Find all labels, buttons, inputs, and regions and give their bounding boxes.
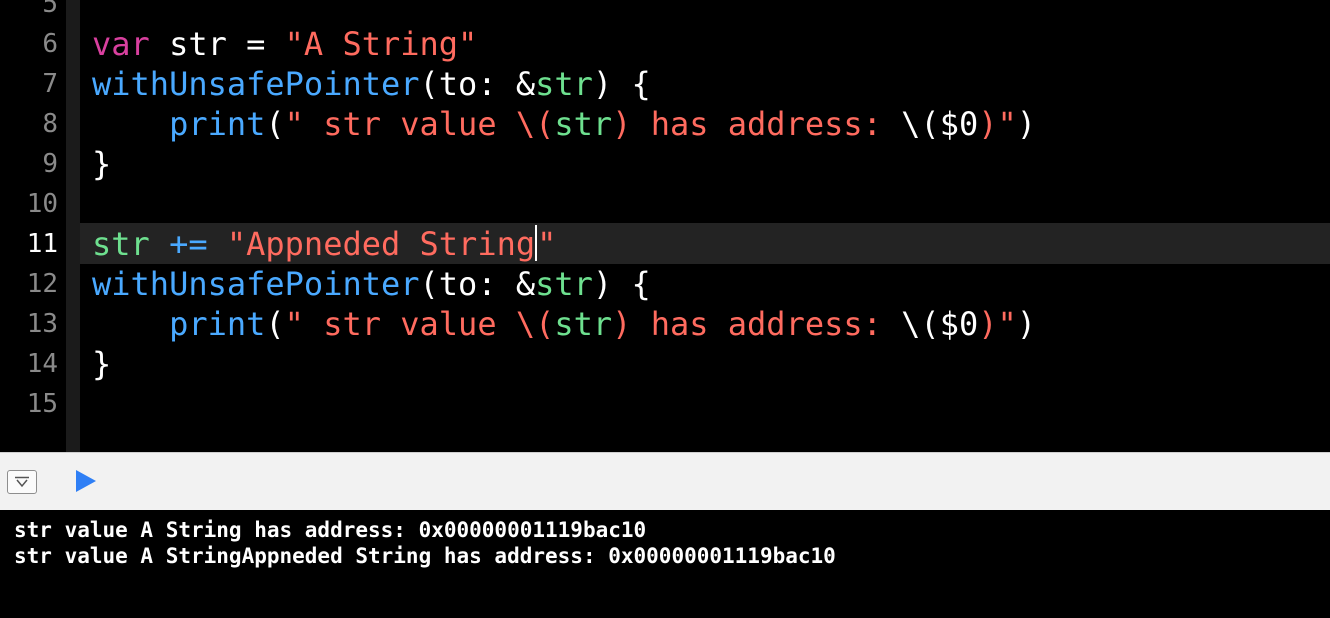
code-token: str = xyxy=(149,25,285,63)
code-token: ) xyxy=(978,305,998,343)
string-literal: has address: xyxy=(631,305,902,343)
code-token: (to: & xyxy=(419,265,536,303)
function-token: withUnsafePointer xyxy=(92,65,420,103)
line-number: 9 xyxy=(42,149,58,179)
code-line-11[interactable]: str += "Appneded String" xyxy=(92,224,556,264)
line-number: 7 xyxy=(42,69,58,99)
play-icon xyxy=(74,470,98,498)
console-line: str value A String has address: 0x000000… xyxy=(14,518,647,542)
code-line-9[interactable]: } xyxy=(92,144,111,184)
code-token: ( xyxy=(265,105,285,143)
string-literal: " xyxy=(997,305,1017,343)
code-token: \( xyxy=(901,305,940,343)
identifier-token: str xyxy=(554,305,613,343)
code-token: ) { xyxy=(592,65,651,103)
code-line-13[interactable]: print(" str value \(str) has address: \(… xyxy=(92,304,1036,344)
operator-token: += xyxy=(149,225,227,263)
function-token: print xyxy=(169,305,266,343)
hide-console-button[interactable] xyxy=(7,470,37,494)
line-number-gutter: 5 6 7 8 9 10 11 12 13 14 15 xyxy=(0,0,66,452)
code-token: ) xyxy=(1016,105,1037,143)
code-line-14[interactable]: } xyxy=(92,344,111,384)
debug-toolbar xyxy=(0,452,1330,511)
string-literal: " str value \ xyxy=(284,305,536,343)
code-token: ) xyxy=(612,105,632,143)
line-number: 5 xyxy=(42,0,58,19)
line-number: 8 xyxy=(42,109,58,139)
code-token: \( xyxy=(901,105,940,143)
identifier-token: str xyxy=(92,225,150,263)
code-line-8[interactable]: print(" str value \(str) has address: \(… xyxy=(92,104,1036,144)
string-literal: " xyxy=(997,105,1017,143)
code-line-12[interactable]: withUnsafePointer(to: &str) { xyxy=(92,264,651,304)
string-literal: "A String" xyxy=(284,25,478,63)
function-token: withUnsafePointer xyxy=(92,265,420,303)
console-line: str value A StringAppneded String has ad… xyxy=(14,544,836,568)
string-literal: " str value \ xyxy=(284,105,536,143)
code-token: ) xyxy=(612,305,632,343)
code-token: ( xyxy=(265,305,285,343)
line-number: 12 xyxy=(26,269,58,299)
code-line-6[interactable]: var str = "A String" xyxy=(92,24,477,64)
line-number: 15 xyxy=(26,389,58,419)
code-token: (to: & xyxy=(419,65,536,103)
code-token: $0 xyxy=(939,305,979,343)
line-number: 6 xyxy=(42,29,58,59)
keyword-token: var xyxy=(92,25,150,63)
line-number: 13 xyxy=(26,309,58,339)
code-token: ) xyxy=(1016,305,1037,343)
string-literal: " xyxy=(537,225,557,263)
code-line-7[interactable]: withUnsafePointer(to: &str) { xyxy=(92,64,651,104)
line-number: 10 xyxy=(26,189,58,219)
code-token: ) xyxy=(978,105,998,143)
run-button[interactable] xyxy=(74,468,98,498)
function-token: print xyxy=(169,105,266,143)
code-token: ) { xyxy=(592,265,651,303)
string-literal: has address: xyxy=(631,105,902,143)
code-token: ( xyxy=(535,105,555,143)
identifier-token: str xyxy=(535,65,593,103)
identifier-token: str xyxy=(535,265,593,303)
code-token: $0 xyxy=(939,105,979,143)
string-literal: "Appneded String xyxy=(226,225,536,263)
identifier-token: str xyxy=(554,105,613,143)
console-output[interactable]: str value A String has address: 0x000000… xyxy=(0,510,1330,618)
code-token: ( xyxy=(535,305,555,343)
line-number-current: 11 xyxy=(26,229,58,259)
gutter-divider xyxy=(66,0,80,452)
code-editor[interactable]: 5 6 7 8 9 10 11 12 13 14 15 var str = "A… xyxy=(0,0,1330,452)
line-number: 14 xyxy=(26,349,58,379)
